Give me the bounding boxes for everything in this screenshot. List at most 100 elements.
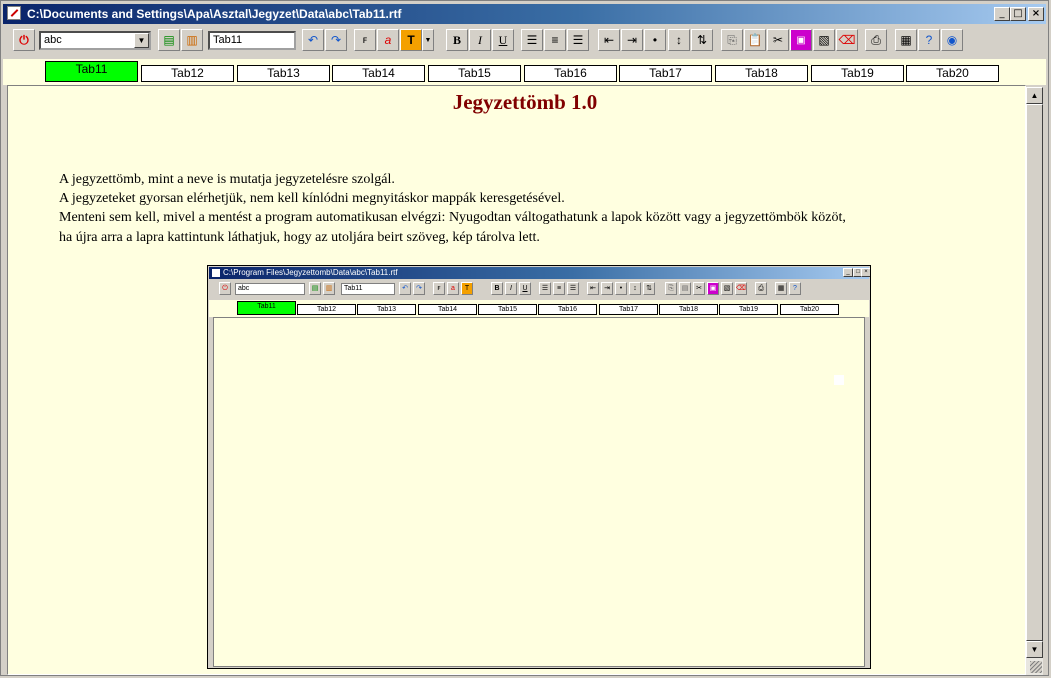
highlight-color-icon[interactable]: T — [400, 29, 422, 51]
notebook-select[interactable]: abc ▼ — [39, 31, 151, 50]
embedded-underline-icon: U — [519, 282, 531, 295]
paragraph-spacing-icon[interactable]: ⇅ — [691, 29, 713, 51]
about-icon[interactable]: ◉ — [941, 29, 963, 51]
line-spacing-icon[interactable]: ↕ — [668, 29, 690, 51]
help-icon[interactable]: ? — [918, 29, 940, 51]
indent-increase-icon[interactable]: ⇥ — [621, 29, 643, 51]
embedded-notepad-icon — [212, 269, 220, 277]
document-line-2: A jegyzeteket gyorsan elérhetjük, nem ke… — [59, 191, 565, 206]
embedded-font-icon: ꜰ — [433, 282, 445, 295]
print-icon[interactable]: ⎙ — [865, 29, 887, 51]
delete-tab-icon[interactable]: ▥ — [181, 29, 203, 51]
maximize-button[interactable]: □ — [1010, 7, 1026, 21]
tab-16[interactable]: Tab16 — [524, 65, 617, 82]
embedded-undo-icon: ↶ — [399, 282, 411, 295]
tab-18[interactable]: Tab18 — [715, 65, 808, 82]
vertical-scrollbar[interactable]: ▲ ▼ — [1026, 87, 1043, 675]
color-dropdown-icon[interactable]: ▼ — [422, 29, 434, 51]
embedded-tab-19: Tab19 — [719, 304, 778, 315]
window-title: C:\Documents and Settings\Apa\Asztal\Jeg… — [27, 7, 402, 21]
embedded-paragraph-spacing-icon: ⇅ — [643, 282, 655, 295]
print-preview-icon[interactable]: ▦ — [895, 29, 917, 51]
power-icon[interactable]: ⏻ — [13, 29, 35, 51]
embedded-cursor-mark — [834, 375, 844, 385]
embedded-close-icon: × — [861, 268, 870, 277]
embedded-align-left-icon: ☰ — [539, 282, 551, 295]
embedded-delete-tab-icon: ▥ — [323, 282, 335, 295]
embedded-highlight-icon: T — [461, 282, 473, 295]
bullet-icon[interactable]: • — [644, 29, 666, 51]
embedded-help-icon: ? — [789, 282, 801, 295]
tab-20[interactable]: Tab20 — [906, 65, 999, 82]
title-bar[interactable]: C:\Documents and Settings\Apa\Asztal\Jeg… — [3, 4, 1046, 24]
embedded-redo-icon: ↷ — [413, 282, 425, 295]
italic-button[interactable]: I — [469, 29, 491, 51]
insert-image-icon[interactable]: ▣ — [790, 29, 812, 51]
embedded-bold-icon: B — [491, 282, 503, 295]
scroll-thumb[interactable] — [1026, 104, 1043, 641]
tab-11[interactable]: Tab11 — [45, 61, 138, 82]
embedded-italic-icon: I — [505, 282, 517, 295]
undo-icon[interactable]: ↶ — [302, 29, 324, 51]
embedded-toolbar: ⏻ abc ▤ ▥ Tab11 ↶ ↷ ꜰ a T B I U ☰ ≡ ☰ ⇤ … — [209, 281, 869, 298]
embedded-font-color-icon: a — [447, 282, 459, 295]
tab-14[interactable]: Tab14 — [332, 65, 425, 82]
indent-decrease-icon[interactable]: ⇤ — [598, 29, 620, 51]
embedded-cut-icon: ✂ — [693, 282, 705, 295]
close-button[interactable]: × — [1028, 7, 1044, 21]
tab-19[interactable]: Tab19 — [811, 65, 904, 82]
embedded-indent-decrease-icon: ⇤ — [587, 282, 599, 295]
cut-icon[interactable]: ✂ — [767, 29, 789, 51]
embedded-power-icon: ⏻ — [219, 282, 231, 295]
new-tab-icon[interactable]: ▤ — [158, 29, 180, 51]
font-icon[interactable]: ꜰ — [354, 29, 376, 51]
tab-strip: Tab11 Tab12 Tab13 Tab14 Tab15 Tab16 Tab1… — [3, 59, 1046, 85]
embedded-tab-17: Tab17 — [599, 304, 658, 315]
bold-button[interactable]: B — [446, 29, 468, 51]
paste-icon[interactable]: 📋 — [744, 29, 766, 51]
tab-13[interactable]: Tab13 — [237, 65, 330, 82]
align-center-icon[interactable]: ≡ — [544, 29, 566, 51]
embedded-tab-12: Tab12 — [297, 304, 356, 315]
embedded-screenshot-image[interactable]: C:\Program Files\Jegyzettomb\Data\abc\Ta… — [207, 265, 871, 669]
insert-object-icon[interactable]: ▧ — [813, 29, 835, 51]
tab-15[interactable]: Tab15 — [428, 65, 521, 82]
embedded-window-title: C:\Program Files\Jegyzettomb\Data\abc\Ta… — [223, 268, 398, 277]
scroll-down-icon[interactable]: ▼ — [1026, 641, 1043, 658]
notepad-icon — [7, 6, 21, 20]
embedded-tab-13: Tab13 — [357, 304, 416, 315]
align-right-icon[interactable]: ☰ — [567, 29, 589, 51]
resize-grip[interactable] — [1030, 661, 1042, 673]
underline-button[interactable]: U — [492, 29, 514, 51]
minimize-button[interactable]: _ — [994, 7, 1010, 21]
embedded-align-right-icon: ☰ — [567, 282, 579, 295]
toolbar: ⏻ abc ▼ ▤ ▥ Tab11 ↶ ↷ ꜰ a T ▼ B I U ☰ ≡ … — [3, 27, 1046, 55]
tab-name-input[interactable]: Tab11 — [208, 31, 296, 50]
embedded-bullet-icon: • — [615, 282, 627, 295]
copy-icon[interactable]: ⎘ — [721, 29, 743, 51]
embedded-align-center-icon: ≡ — [553, 282, 565, 295]
embedded-tab-strip: Tab11 Tab12 Tab13 Tab14 Tab15 Tab16 Tab1… — [209, 300, 869, 317]
document-line-4: ha újra arra a lapra kattintunk láthatju… — [59, 230, 540, 245]
embedded-tab-name: Tab11 — [341, 283, 395, 295]
eraser-icon[interactable]: ⌫ — [836, 29, 858, 51]
tab-12[interactable]: Tab12 — [141, 65, 234, 82]
embedded-tab-20: Tab20 — [780, 304, 839, 315]
scroll-up-icon[interactable]: ▲ — [1026, 87, 1043, 104]
embedded-print-icon: ⎙ — [755, 282, 767, 295]
embedded-indent-increase-icon: ⇥ — [601, 282, 613, 295]
embedded-new-tab-icon: ▤ — [309, 282, 321, 295]
redo-icon[interactable]: ↷ — [325, 29, 347, 51]
tab-17[interactable]: Tab17 — [619, 65, 712, 82]
align-left-icon[interactable]: ☰ — [521, 29, 543, 51]
font-color-icon[interactable]: a — [377, 29, 399, 51]
chevron-down-icon[interactable]: ▼ — [134, 33, 149, 48]
embedded-editor-area — [213, 317, 865, 667]
embedded-minimize-icon: _ — [843, 268, 853, 277]
embedded-insert-image-icon: ▣ — [707, 282, 719, 295]
embedded-tab-11: Tab11 — [237, 301, 296, 315]
embedded-insert-object-icon: ▧ — [721, 282, 733, 295]
embedded-tab-15: Tab15 — [478, 304, 537, 315]
embedded-copy-icon: ⎘ — [665, 282, 677, 295]
embedded-notebook-select: abc — [235, 283, 305, 295]
